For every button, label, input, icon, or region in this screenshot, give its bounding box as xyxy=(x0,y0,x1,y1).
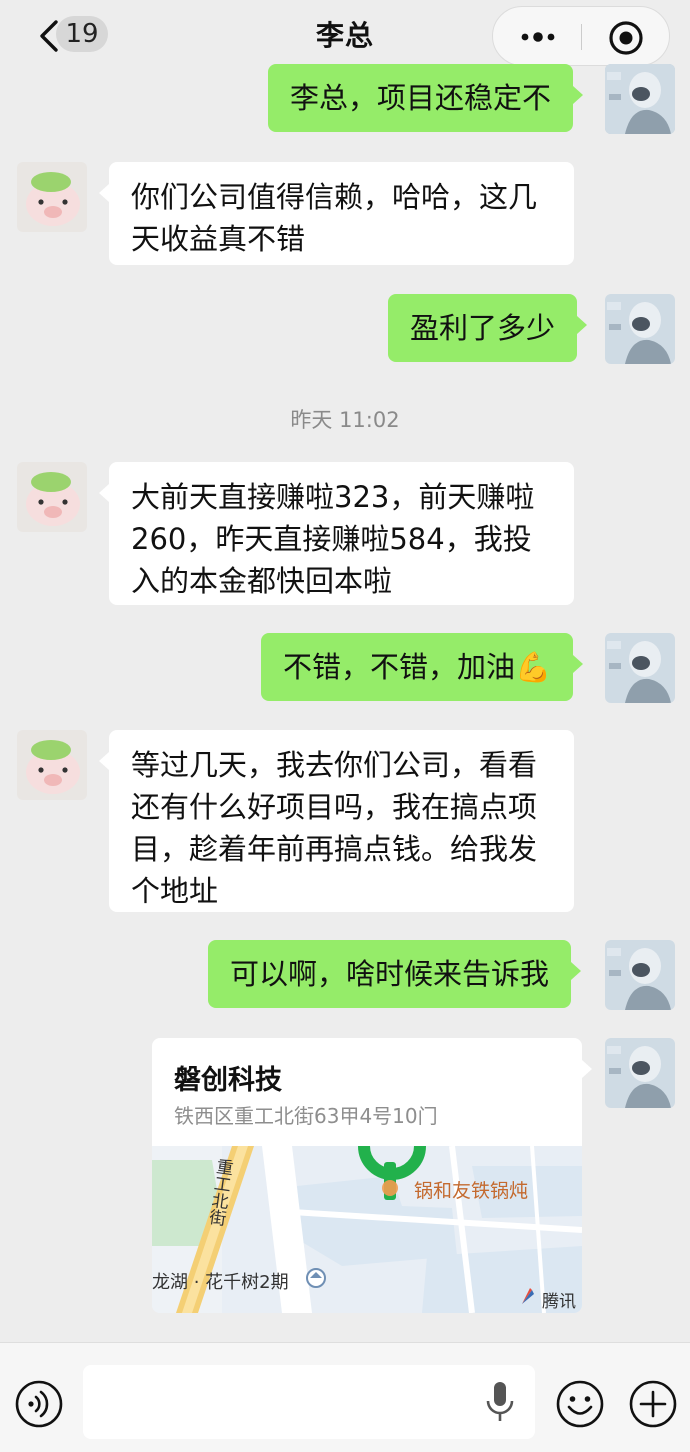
robot-avatar-image xyxy=(605,940,675,1010)
contact-avatar[interactable] xyxy=(17,162,87,232)
location-card[interactable]: 磐创科技 铁西区重工北街63甲4号10门 重工北街 锅和友铁锅炖 龙湖 · 花千… xyxy=(152,1038,582,1313)
plus-icon[interactable] xyxy=(628,1379,678,1429)
message-bubble-outgoing[interactable]: 盈利了多少 xyxy=(388,294,588,362)
chat-input-bar xyxy=(0,1342,690,1452)
location-address: 铁西区重工北街63甲4号10门 xyxy=(174,1104,438,1128)
message-line: 等过几天，我去你们公司，看看 xyxy=(131,748,538,782)
robot-avatar-image xyxy=(605,633,675,703)
my-avatar[interactable] xyxy=(605,64,675,134)
target-icon[interactable] xyxy=(607,19,645,57)
contact-avatar[interactable] xyxy=(17,462,87,532)
emoji-icon[interactable] xyxy=(555,1379,605,1429)
robot-avatar-image xyxy=(605,294,675,364)
message-input[interactable] xyxy=(83,1365,535,1439)
message-line: 你们公司值得信赖，哈哈，这几 xyxy=(131,180,538,214)
message-bubble-incoming[interactable]: 你们公司值得信赖，哈哈，这几 天收益真不错 xyxy=(99,162,574,265)
location-card-tail xyxy=(582,1060,592,1078)
my-avatar[interactable] xyxy=(605,1038,675,1108)
capsule-divider xyxy=(581,24,582,50)
contact-avatar[interactable] xyxy=(17,730,87,800)
more-dots-icon[interactable] xyxy=(513,17,563,57)
my-avatar[interactable] xyxy=(605,633,675,703)
message-bubble-outgoing[interactable]: 不错，不错，加油💪 xyxy=(261,633,584,701)
message-bubble-incoming[interactable]: 大前天直接赚啦323，前天赚啦 260，昨天直接赚啦584，我投 入的本金都快回… xyxy=(99,462,574,605)
robot-avatar-image xyxy=(605,64,675,134)
map-label-poi: 锅和友铁锅炖 xyxy=(414,1180,529,1202)
map-label-provider: 腾讯 xyxy=(542,1292,576,1312)
message-bubble-outgoing[interactable]: 可以啊，啥时候来告诉我 xyxy=(208,940,582,1008)
message-line: 还有什么好项目吗，我在搞点项 xyxy=(131,790,538,824)
message-line: 目，趁着年前再搞点钱。给我发 xyxy=(131,832,538,866)
message-line: 260，昨天直接赚啦584，我投 xyxy=(131,522,532,556)
message-bubble-incoming[interactable]: 等过几天，我去你们公司，看看 还有什么好项目吗，我在搞点项 目，趁着年前再搞点钱… xyxy=(99,730,574,912)
pig-avatar-image xyxy=(17,462,87,532)
robot-avatar-image xyxy=(605,1038,675,1108)
map-label-area: 龙湖 · 花千树2期 xyxy=(152,1272,289,1293)
message-bubble-outgoing[interactable]: 李总，项目还稳定不 xyxy=(268,64,584,132)
voice-icon[interactable] xyxy=(14,1379,64,1429)
location-name: 磐创科技 xyxy=(174,1065,282,1096)
pig-avatar-image xyxy=(17,730,87,800)
mic-icon[interactable] xyxy=(483,1379,517,1425)
my-avatar[interactable] xyxy=(605,294,675,364)
message-line: 天收益真不错 xyxy=(131,222,306,256)
chat-header: 19 李总 xyxy=(0,0,690,74)
mini-program-capsule xyxy=(492,6,670,66)
message-line: 个地址 xyxy=(131,874,219,908)
my-avatar[interactable] xyxy=(605,940,675,1010)
pig-avatar-image xyxy=(17,162,87,232)
message-line: 入的本金都快回本啦 xyxy=(131,564,393,598)
timestamp-divider: 昨天 11:02 xyxy=(290,408,400,432)
message-line: 大前天直接赚啦323，前天赚啦 xyxy=(131,480,535,514)
